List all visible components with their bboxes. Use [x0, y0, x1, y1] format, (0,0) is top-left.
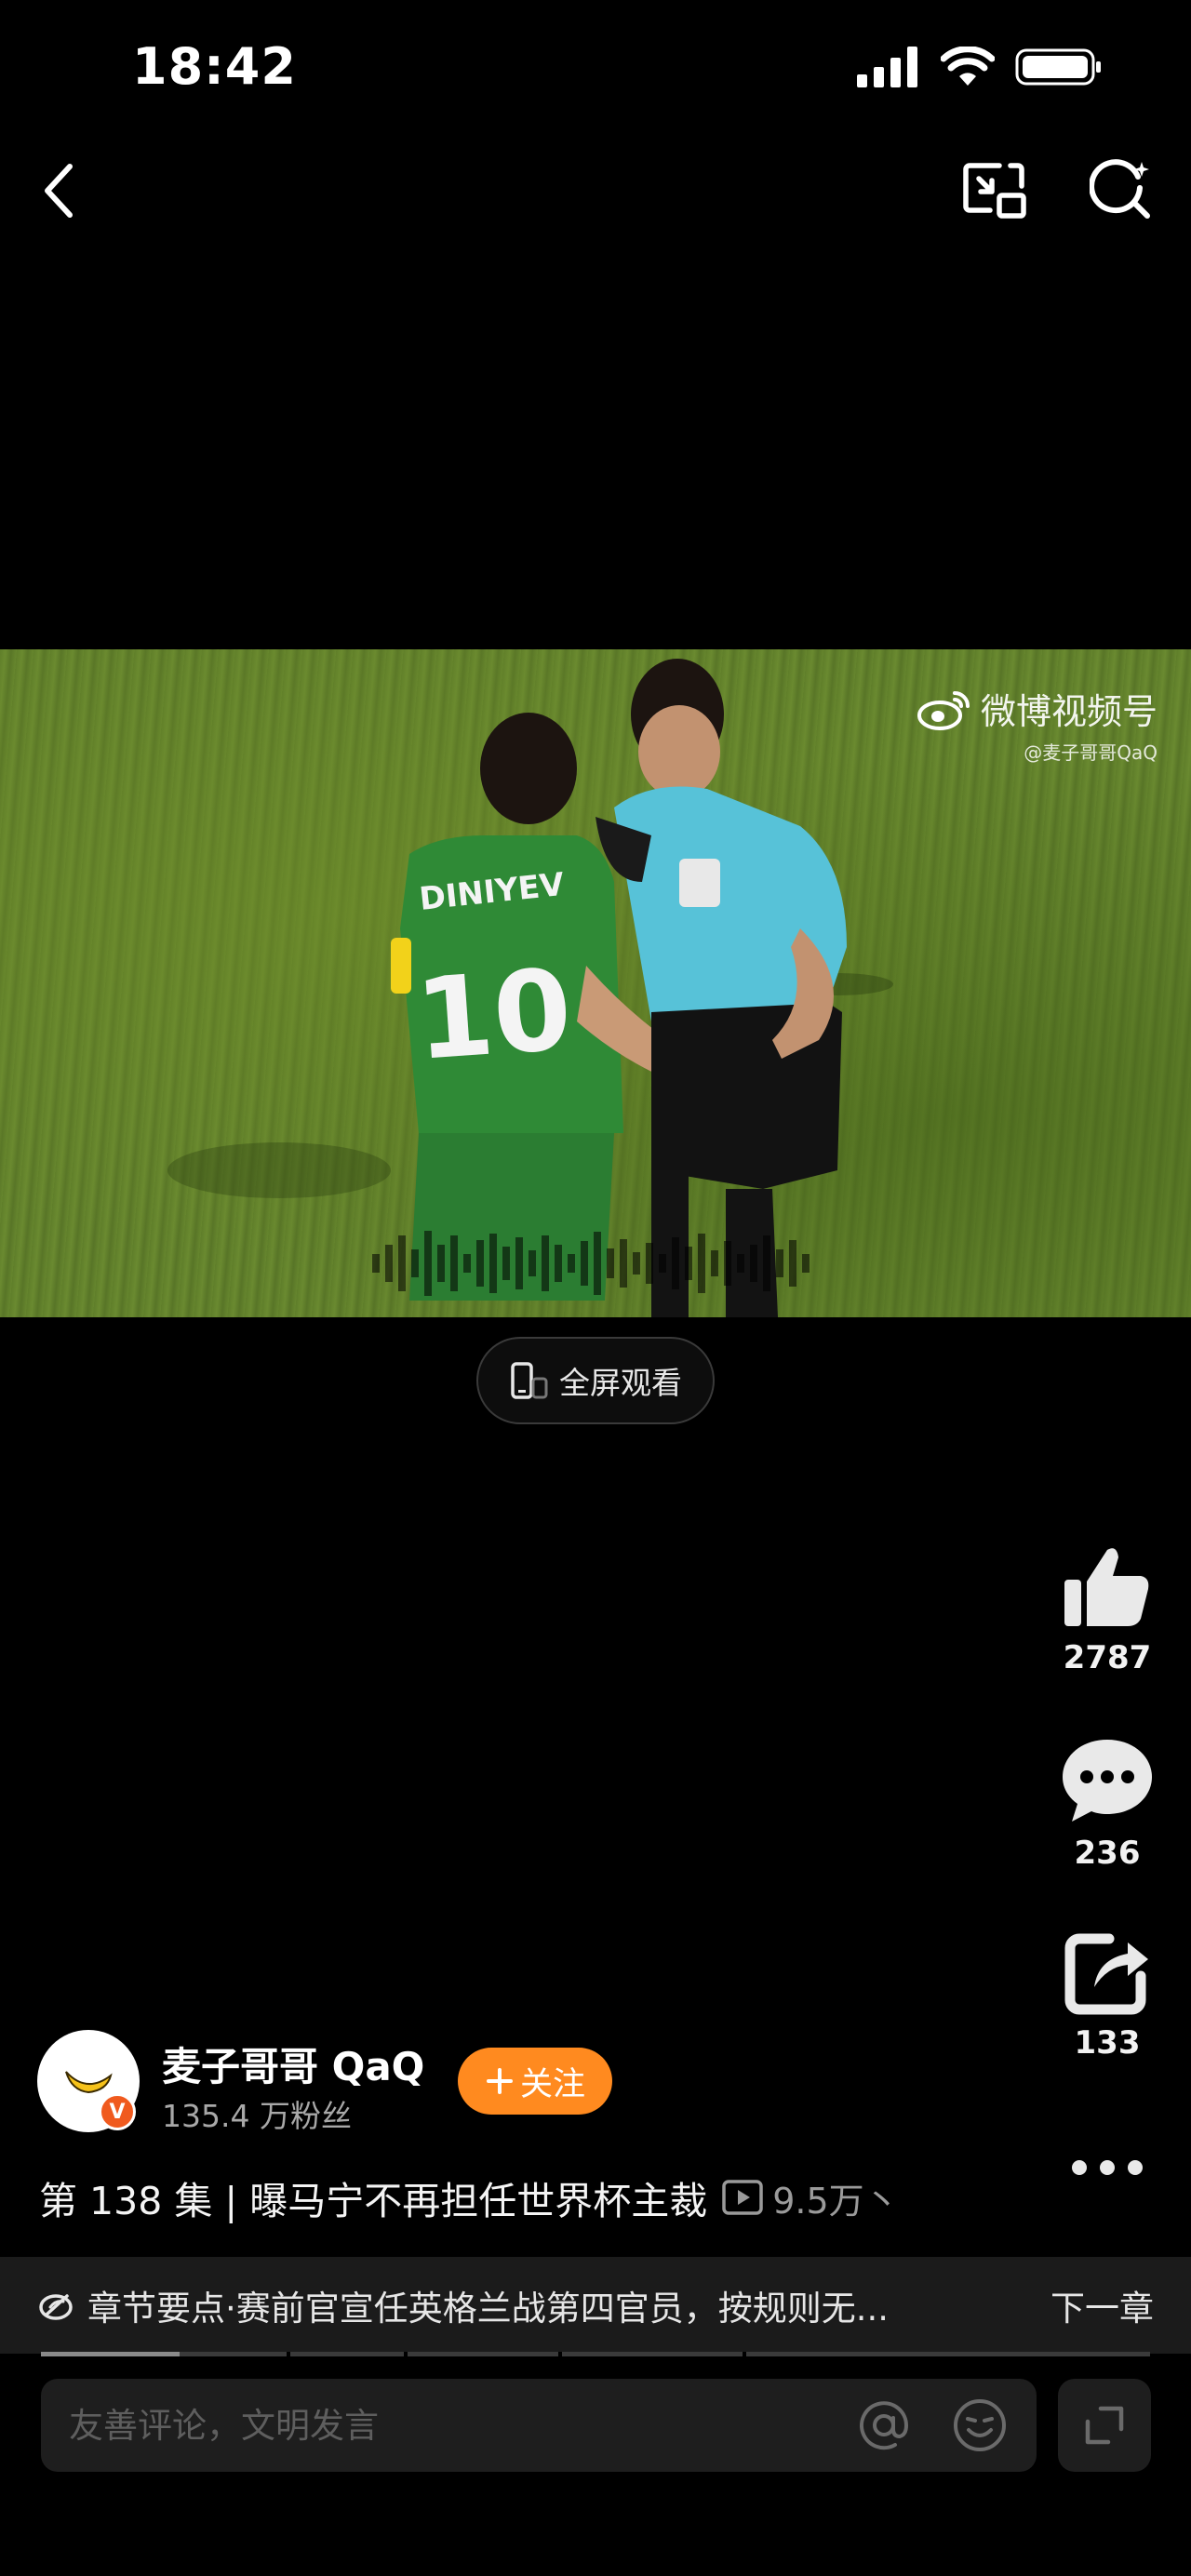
at-icon[interactable] — [856, 2397, 912, 2453]
expand-button[interactable] — [1058, 2379, 1151, 2472]
share-count: 133 — [1074, 2024, 1141, 2062]
follow-label: 关注 — [519, 2065, 585, 2103]
chapter-progress-fill — [41, 2352, 180, 2356]
phone-icon — [511, 1362, 548, 1399]
expand-icon — [1085, 2406, 1124, 2445]
back-icon — [45, 164, 73, 218]
view-count-value: 9.5万丶 — [772, 2180, 900, 2222]
view-count: 9.5万丶 — [722, 2172, 900, 2223]
watermark: 微博视频号 @麦子哥哥QaQ — [917, 683, 1158, 765]
like-button[interactable]: 2787 — [1051, 1544, 1163, 1676]
chapter-icon — [39, 2294, 73, 2320]
watermark-handle: @麦子哥哥QaQ — [1024, 741, 1158, 764]
back-button[interactable] — [26, 149, 91, 233]
author-name[interactable]: 麦子哥哥 QaQ — [162, 2035, 424, 2092]
verified-badge: V — [99, 2093, 136, 2130]
chapter-text: 章节要点·赛前官宣任英格兰战第四官员，按规则无... — [87, 2289, 890, 2329]
search-icon — [1090, 159, 1150, 219]
progress-segment-divider — [287, 2352, 290, 2356]
emoji-icon[interactable] — [951, 2396, 1009, 2454]
plus-icon — [486, 2068, 513, 2094]
like-icon — [1064, 1548, 1149, 1626]
watermark-brand: 微博视频号 — [980, 691, 1158, 732]
post-title: 第 138 集 | 曝马宁不再担任世界杯主裁 — [39, 2179, 708, 2223]
video-player[interactable]: DINIYEV 10 微博视频号 @麦子哥哥QaQ — [0, 649, 1191, 1317]
svg-text:10: 10 — [411, 946, 575, 1086]
signal-icon — [857, 47, 917, 87]
comment-button[interactable]: 236 — [1051, 1736, 1163, 1872]
like-count: 2787 — [1063, 1639, 1152, 1676]
next-chapter-button[interactable]: 下一章 — [1050, 2280, 1154, 2330]
fullscreen-label: 全屏观看 — [559, 1365, 682, 1401]
battery-icon — [1015, 48, 1101, 86]
search-button[interactable] — [1085, 152, 1159, 226]
status-icons — [857, 47, 1103, 87]
progress-segment-divider — [558, 2352, 562, 2356]
progress-segment-divider — [743, 2352, 746, 2356]
comment-count: 236 — [1074, 1835, 1141, 1872]
play-icon — [722, 2180, 763, 2215]
pip-icon — [963, 163, 1026, 219]
more-icon — [1072, 2160, 1143, 2175]
post-title-line: 第 138 集 | 曝马宁不再担任世界杯主裁 9.5万丶 — [39, 2169, 900, 2225]
weibo-icon — [917, 690, 970, 730]
comment-input[interactable] — [69, 2405, 856, 2446]
chapter-bar[interactable]: 章节要点·赛前官宣任英格兰战第四官员，按规则无... 下一章 — [0, 2257, 1191, 2354]
comment-box — [41, 2379, 1037, 2472]
wifi-icon — [941, 47, 995, 86]
author-fans: 135.4 万粉丝 — [162, 2098, 352, 2134]
follow-button[interactable]: 关注 — [458, 2048, 612, 2115]
video-page: 18:42 DINIYEV 10 微博视频号 @麦子哥哥QaQ 全屏观看 278… — [0, 0, 1191, 2576]
more-button[interactable] — [1051, 2140, 1163, 2196]
fullscreen-button[interactable]: 全屏观看 — [476, 1337, 715, 1424]
chapter-progress[interactable] — [41, 2352, 1150, 2356]
status-time: 18:42 — [132, 37, 297, 96]
share-button[interactable]: 133 — [1051, 1929, 1163, 2062]
share-icon — [1064, 1933, 1148, 2015]
pip-button[interactable] — [958, 153, 1033, 228]
banana-avatar-icon — [65, 2071, 113, 2094]
progress-segment-divider — [404, 2352, 408, 2356]
comment-icon — [1063, 1740, 1152, 1822]
